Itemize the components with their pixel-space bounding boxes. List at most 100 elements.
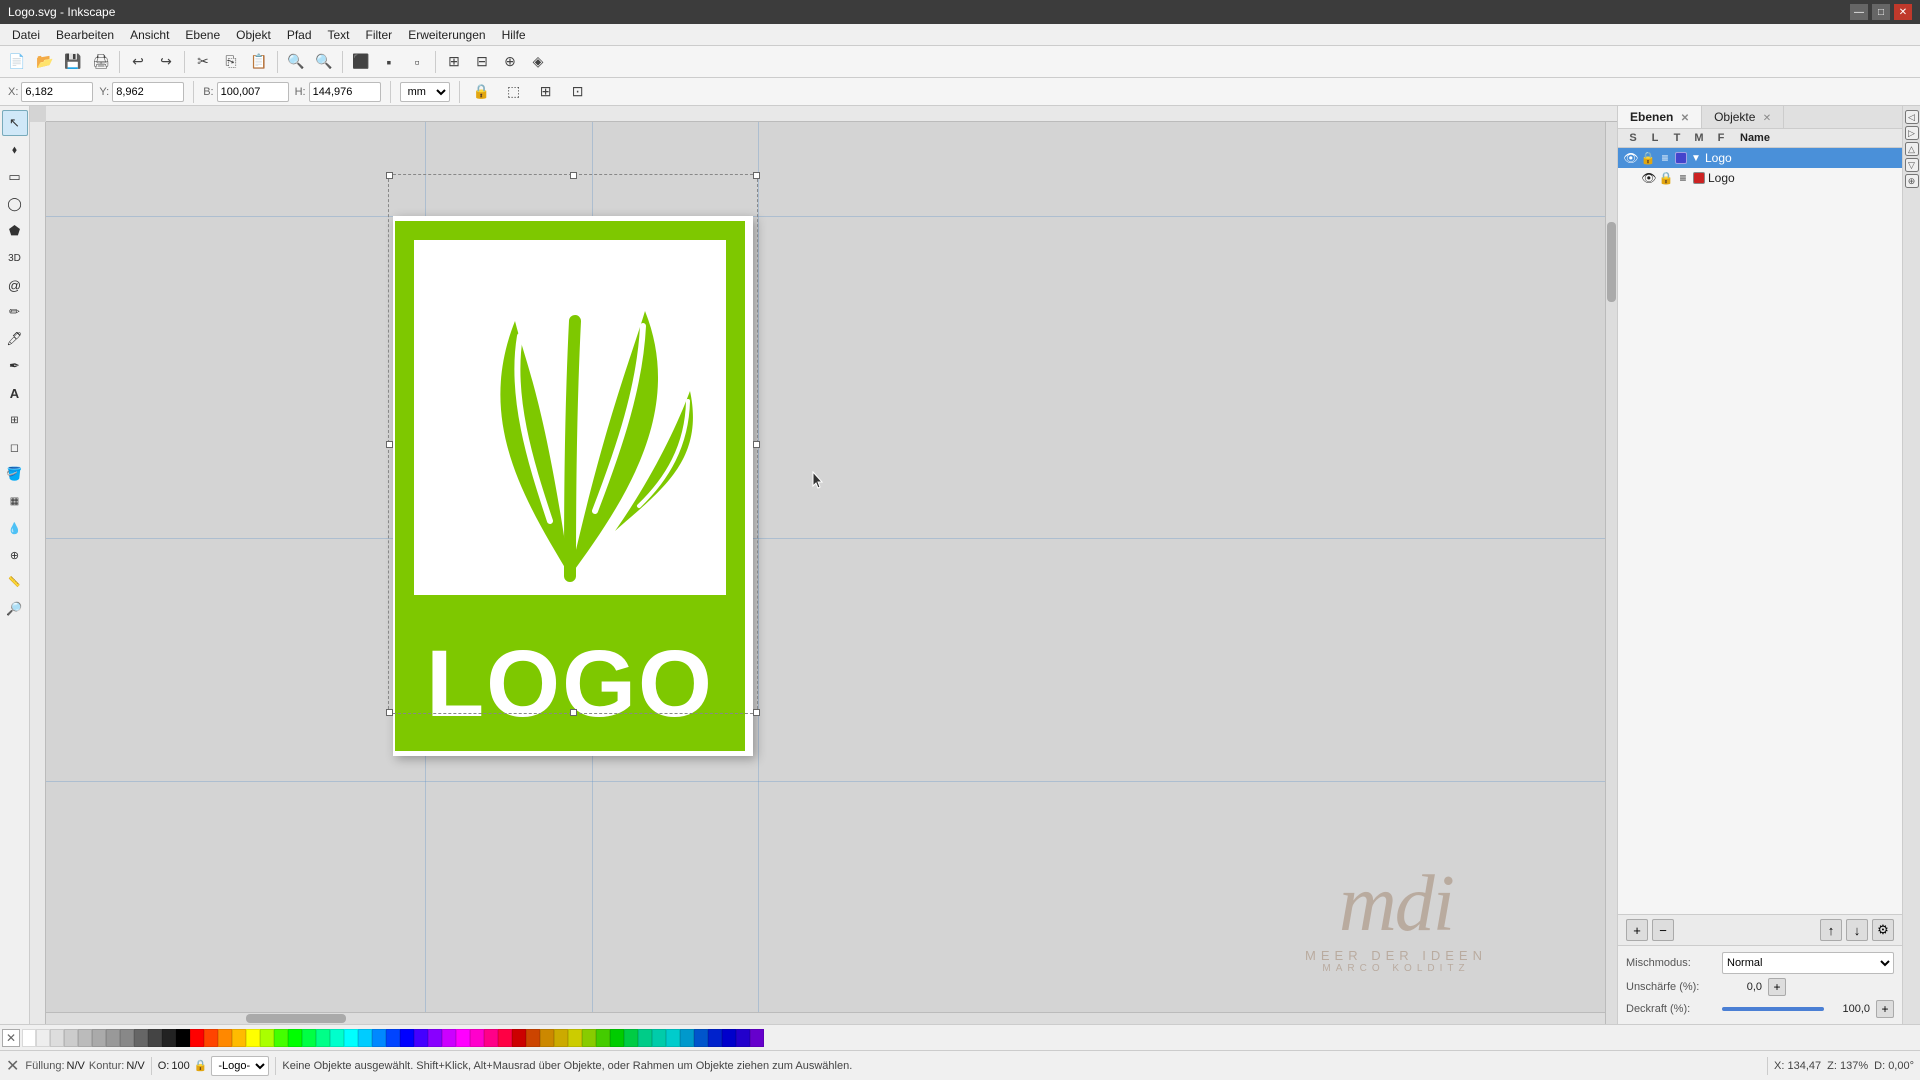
swatch-darkgray2[interactable] — [134, 1029, 148, 1047]
swatch-darkorange1[interactable] — [526, 1029, 540, 1047]
zoom-in-button[interactable]: 🔍 — [283, 49, 309, 75]
swatch-purple3[interactable] — [442, 1029, 456, 1047]
swatch-yellow2[interactable] — [246, 1029, 260, 1047]
layer-eye-2[interactable]: 👁 — [1642, 171, 1656, 185]
remove-layer-button[interactable]: − — [1652, 919, 1674, 941]
swatch-magenta[interactable] — [456, 1029, 470, 1047]
swatch-darkcyan[interactable] — [666, 1029, 680, 1047]
swatch-lightgray2[interactable] — [50, 1029, 64, 1047]
palette-none-color[interactable]: ✕ — [2, 1029, 20, 1047]
swatch-darkteal1[interactable] — [624, 1029, 638, 1047]
density-plus-button[interactable]: + — [1876, 1000, 1894, 1018]
paste-button[interactable]: 📋 — [246, 49, 272, 75]
canvas-scrollbar-v[interactable] — [1605, 122, 1617, 1024]
circle-tool[interactable]: ◯ — [2, 191, 28, 217]
undo-button[interactable]: ↩ — [125, 49, 151, 75]
menu-erweiterungen[interactable]: Erweiterungen — [400, 26, 493, 44]
swatch-darkgray1[interactable] — [120, 1029, 134, 1047]
swatch-darkteal3[interactable] — [652, 1029, 666, 1047]
opacity-plus-button[interactable]: + — [1768, 978, 1786, 996]
zoom-out-button[interactable]: 🔍 — [311, 49, 337, 75]
close-button[interactable]: ✕ — [1894, 4, 1912, 20]
snap-button[interactable]: ⊕ — [497, 49, 523, 75]
swatch-lightgray1[interactable] — [36, 1029, 50, 1047]
text-tool[interactable]: A — [2, 380, 28, 406]
print-button[interactable]: 🖨 — [88, 49, 114, 75]
paint-bucket-tool[interactable]: 🪣 — [2, 461, 28, 487]
layer-settings-button[interactable]: ⚙ — [1872, 919, 1894, 941]
snap-grid-button[interactable]: ⊡ — [565, 79, 591, 105]
redo-button[interactable]: ↪ — [153, 49, 179, 75]
swatch-teal2[interactable] — [330, 1029, 344, 1047]
density-slider-track[interactable] — [1722, 1002, 1824, 1016]
menu-pfad[interactable]: Pfad — [279, 26, 320, 44]
sel-handle-tl[interactable] — [386, 172, 393, 179]
node-button[interactable]: ◈ — [525, 49, 551, 75]
swatch-yellowgreen[interactable] — [260, 1029, 274, 1047]
new-button[interactable]: 📄 — [4, 49, 30, 75]
far-right-btn-3[interactable]: △ — [1905, 142, 1919, 156]
swatch-darkblue3[interactable] — [708, 1029, 722, 1047]
swatch-pink2[interactable] — [484, 1029, 498, 1047]
canvas-scrollbar-h[interactable] — [46, 1012, 1605, 1024]
tab-objekte-close[interactable]: ✕ — [1763, 113, 1771, 124]
swatch-teal1[interactable] — [316, 1029, 330, 1047]
swatch-violet2[interactable] — [750, 1029, 764, 1047]
swatch-darkgray4[interactable] — [162, 1029, 176, 1047]
layer-list-2[interactable]: ≡ — [1676, 171, 1690, 185]
swatch-violet1[interactable] — [736, 1029, 750, 1047]
layer-lock-1[interactable]: 🔒 — [1641, 151, 1655, 165]
maximize-button[interactable]: □ — [1872, 4, 1890, 20]
select-tool[interactable]: ↖ — [2, 110, 28, 136]
swatch-darkred[interactable] — [512, 1029, 526, 1047]
layer-expand-1[interactable]: ▼ — [1690, 153, 1702, 164]
layer-list-1[interactable]: ≡ — [1658, 151, 1672, 165]
measure-tool[interactable]: 📏 — [2, 569, 28, 595]
menu-filter[interactable]: Filter — [358, 26, 401, 44]
lock-ratio-button[interactable]: 🔒 — [469, 79, 495, 105]
swatch-navy[interactable] — [722, 1029, 736, 1047]
swatch-orange2[interactable] — [218, 1029, 232, 1047]
tab-ebenen-close[interactable]: ✕ — [1681, 113, 1689, 124]
swatch-olive[interactable] — [568, 1029, 582, 1047]
add-layer-button[interactable]: + — [1626, 919, 1648, 941]
swatch-green3[interactable] — [302, 1029, 316, 1047]
spray-tool[interactable]: ⊞ — [2, 407, 28, 433]
swatch-gray2[interactable] — [78, 1029, 92, 1047]
swatch-blue1[interactable] — [372, 1029, 386, 1047]
swatch-purple1[interactable] — [414, 1029, 428, 1047]
menu-bearbeiten[interactable]: Bearbeiten — [48, 26, 122, 44]
align-center-button[interactable]: ▪ — [376, 49, 402, 75]
swatch-darkgreen3[interactable] — [610, 1029, 624, 1047]
swatch-lightblue1[interactable] — [358, 1029, 372, 1047]
swatch-darkblue2[interactable] — [694, 1029, 708, 1047]
swatch-darkblue1[interactable] — [680, 1029, 694, 1047]
layer-lock-2[interactable]: 🔒 — [1659, 171, 1673, 185]
swatch-orange1[interactable] — [204, 1029, 218, 1047]
swatch-darkgray3[interactable] — [148, 1029, 162, 1047]
sb-x-icon[interactable]: ✕ — [6, 1056, 19, 1076]
zoom-tool[interactable]: 🔎 — [2, 596, 28, 622]
swatch-purple2[interactable] — [428, 1029, 442, 1047]
swatch-cyan[interactable] — [344, 1029, 358, 1047]
swatch-gray4[interactable] — [106, 1029, 120, 1047]
menu-datei[interactable]: Datei — [4, 26, 48, 44]
layer-selector[interactable]: -Logo- — [211, 1056, 269, 1076]
tab-objekte[interactable]: Objekte ✕ — [1702, 106, 1784, 128]
node-tool[interactable]: ⬧ — [2, 137, 28, 163]
menu-text[interactable]: Text — [320, 26, 358, 44]
swatch-darkgreen1[interactable] — [582, 1029, 596, 1047]
spiral-tool[interactable]: @ — [2, 272, 28, 298]
canvas-area[interactable]: LOGO mdi Meer der Ideen Marco Kolditz — [30, 106, 1617, 1024]
swatch-gray1[interactable] — [64, 1029, 78, 1047]
layer-eye-1[interactable]: 👁 — [1624, 151, 1638, 165]
unit-select[interactable]: mm px cm in — [400, 82, 450, 102]
canvas-scrollbar-thumb-h[interactable] — [246, 1014, 346, 1023]
far-right-btn-1[interactable]: ◁ — [1905, 110, 1919, 124]
swatch-pink1[interactable] — [470, 1029, 484, 1047]
swatch-yellow1[interactable] — [232, 1029, 246, 1047]
eraser-tool[interactable]: ◻ — [2, 434, 28, 460]
swatch-darkorange2[interactable] — [540, 1029, 554, 1047]
blend-mode-select[interactable]: Normal Multiply Screen Overlay — [1722, 952, 1894, 974]
far-right-btn-2[interactable]: ▷ — [1905, 126, 1919, 140]
